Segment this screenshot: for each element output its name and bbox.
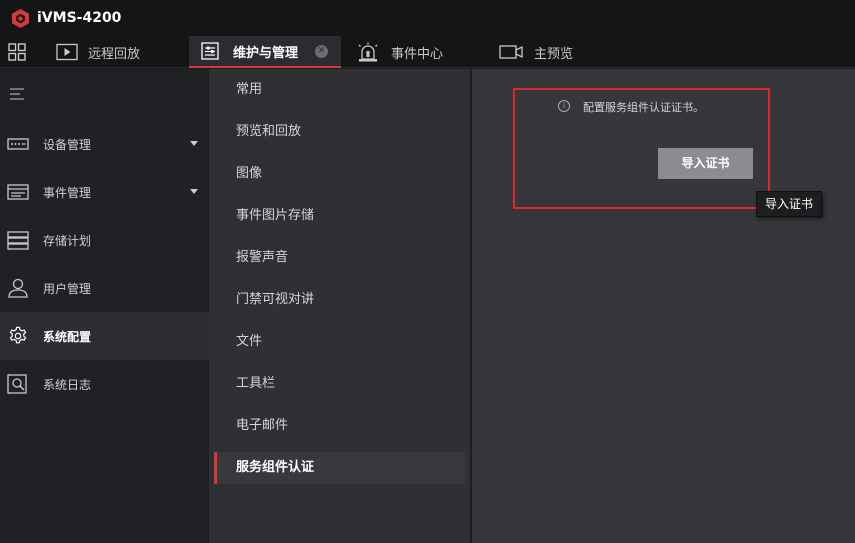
sidebar-item-label: 系统日志	[43, 377, 92, 392]
submenu-item-event-picture-storage[interactable]: 事件图片存储	[209, 195, 470, 237]
log-icon	[7, 374, 27, 394]
alarm-icon	[358, 42, 378, 62]
play-icon	[56, 43, 78, 61]
sidebar-item-label: 事件管理	[43, 185, 92, 200]
submenu-item-email[interactable]: 电子邮件	[209, 405, 470, 447]
submenu-item-file[interactable]: 文件	[209, 321, 470, 363]
tab-label: 主预览	[534, 46, 574, 62]
sidebar-item-system-log[interactable]: 系统日志	[0, 360, 209, 408]
camera-icon	[499, 45, 523, 59]
sidebar-item-device-management[interactable]: 设备管理	[0, 120, 209, 168]
tab-remote-playback[interactable]: 远程回放	[56, 36, 140, 68]
user-icon	[8, 278, 28, 298]
tab-event-center[interactable]: 事件中心	[356, 36, 443, 68]
submenu-item-alarm-sound[interactable]: 报警声音	[209, 237, 470, 279]
title-bar: iVMS-4200	[0, 0, 855, 36]
chevron-down-icon[interactable]	[190, 189, 198, 194]
sidebar-item-label: 设备管理	[43, 137, 92, 152]
gear-icon	[9, 326, 27, 344]
chevron-down-icon[interactable]	[190, 141, 198, 146]
tooltip: 导入证书	[756, 191, 822, 217]
tab-main-preview[interactable]: 主预览	[499, 36, 573, 68]
content-panel: i 配置服务组件认证证书。 导入证书 导入证书	[471, 69, 855, 543]
submenu-item-general[interactable]: 常用	[209, 69, 470, 111]
submenu-item-service-auth[interactable]: 服务组件认证	[214, 452, 465, 484]
sidebar-item-label: 系统配置	[43, 329, 92, 344]
sidebar: 设备管理 事件管理 存储计划 用户管理 系统配置 系统日志	[0, 69, 209, 543]
event-icon	[7, 184, 29, 200]
sidebar-item-event-management[interactable]: 事件管理	[0, 168, 209, 216]
sidebar-item-user-management[interactable]: 用户管理	[0, 264, 209, 312]
submenu-item-image[interactable]: 图像	[209, 153, 470, 195]
tab-maintenance[interactable]: 维护与管理 ✕	[189, 36, 341, 68]
submenu-item-preview-playback[interactable]: 预览和回放	[209, 111, 470, 153]
submenu-panel: 常用 预览和回放 图像 事件图片存储 报警声音 门禁可视对讲 文件 工具栏 电子…	[209, 69, 470, 543]
submenu-item-access-intercom[interactable]: 门禁可视对讲	[209, 279, 470, 321]
import-certificate-button[interactable]: 导入证书	[658, 148, 753, 179]
info-text: 配置服务组件认证证书。	[583, 101, 704, 114]
maintenance-icon	[201, 42, 219, 60]
app-logo-icon	[11, 9, 30, 28]
sidebar-item-system-config[interactable]: 系统配置	[0, 312, 209, 360]
tab-bar: 远程回放 维护与管理 ✕ 事件中心 主预览	[0, 36, 855, 68]
storage-icon	[7, 231, 29, 250]
tab-label: 维护与管理	[233, 45, 299, 61]
device-icon	[7, 138, 29, 150]
info-icon: i	[558, 100, 570, 112]
tab-label: 事件中心	[391, 46, 444, 62]
sidebar-item-storage-schedule[interactable]: 存储计划	[0, 216, 209, 264]
app-title: iVMS-4200	[37, 10, 122, 26]
menu-collapse-icon[interactable]	[10, 88, 24, 100]
tab-label: 远程回放	[88, 46, 141, 62]
sidebar-item-label: 用户管理	[43, 281, 92, 296]
submenu-item-toolbar[interactable]: 工具栏	[209, 363, 470, 405]
grid-menu-icon[interactable]	[8, 43, 26, 61]
sidebar-item-label: 存储计划	[43, 233, 92, 248]
close-icon[interactable]: ✕	[315, 44, 329, 58]
